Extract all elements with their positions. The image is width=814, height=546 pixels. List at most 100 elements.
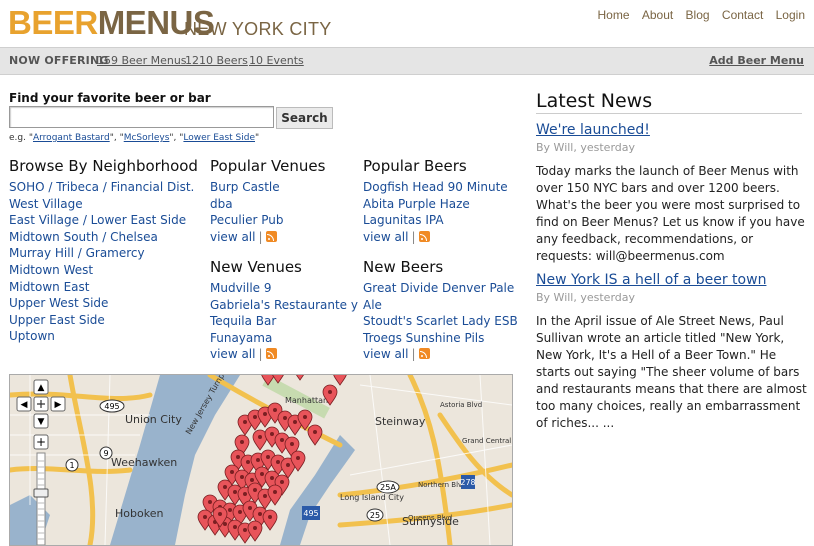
beer-link[interactable]: Stoudt's Scarlet Lady ESB [363,313,518,330]
pan-up-button[interactable]: ▲ [33,379,49,395]
pan-right-button[interactable]: ▶ [50,396,66,412]
venue-pin-dot [250,478,254,482]
beer-link[interactable]: Great Divide Denver Pale [363,280,518,297]
neighborhood-link[interactable]: Midtown South / Chelsea [9,229,194,246]
venue-link[interactable]: Burp Castle [210,179,283,196]
venue-pin-dot [223,522,227,526]
news-headline[interactable]: We're launched! [536,122,650,138]
venue-link[interactable]: dba [210,196,283,213]
beer-link[interactable]: Lagunitas IPA [363,212,508,229]
rss-feed-icon[interactable] [418,230,430,242]
view-all-link[interactable]: view all [210,347,255,361]
venue-pin-dot [268,515,272,519]
nav-blog[interactable]: Blog [686,8,710,22]
venue-pin-dot [243,420,247,424]
map-label: Steinway [375,415,426,428]
beer-link[interactable]: Ale [363,297,518,314]
beers-count-link[interactable]: 1210 Beers [185,48,248,73]
venue-pin-dot [238,510,242,514]
map-label: Northern Blvd [418,481,467,489]
pan-center-button[interactable] [33,396,49,412]
new-venues-title: New Venues [210,258,302,276]
pan-down-button[interactable]: ▼ [33,413,49,429]
add-beer-menu-link[interactable]: Add Beer Menu [709,48,804,73]
neighborhood-link[interactable]: Uptown [9,328,194,345]
offering-bar: NOW OFFERING 159 Beer Menus 1210 Beers 1… [0,47,814,75]
venue-pin-dot [263,412,267,416]
venue-pin-dot [223,485,227,489]
zoom-slider-track[interactable] [36,452,46,545]
venue-pin-dot [263,494,267,498]
zoom-in-button[interactable]: + [33,434,49,450]
neighborhood-link[interactable]: East Village / Lower East Side [9,212,194,229]
new-beers-list: Great Divide Denver Pale Ale Stoudt's Sc… [363,280,518,363]
bar-map[interactable]: Union City Weehawken Manhattan Steinway … [9,374,513,546]
new-beers-view-all-row: view all | [363,346,518,363]
venue-pin-dot [203,515,207,519]
nav-login[interactable]: Login [776,8,805,22]
news-section-title: Latest News [536,90,802,114]
view-all-link[interactable]: view all [363,230,408,244]
venue-link[interactable]: Funayama [210,330,358,347]
popular-venues-title: Popular Venues [210,157,326,175]
neighborhood-link[interactable]: Upper East Side [9,312,194,329]
map-canvas[interactable]: Union City Weehawken Manhattan Steinway … [10,375,512,545]
rss-feed-icon[interactable] [418,348,430,360]
pan-left-button[interactable]: ◀ [16,396,32,412]
neighborhood-link[interactable]: Midtown East [9,279,194,296]
route-shield: 495 [302,506,320,520]
new-beers-title: New Beers [363,258,444,276]
neighborhood-link[interactable]: Midtown West [9,262,194,279]
beer-link[interactable]: Abita Purple Haze [363,196,508,213]
venue-pin-dot [270,476,274,480]
venue-pin-dot [266,455,270,459]
news-meta: By Will, yesterday [536,141,635,154]
zoom-slider-handle[interactable] [33,488,49,498]
route-shield-label: 278 [460,478,475,487]
view-all-link[interactable]: view all [210,230,255,244]
venue-pin-dot [293,420,297,424]
neighborhood-link[interactable]: Murray Hill / Gramercy [9,245,194,262]
venue-pin-dot [270,432,274,436]
venue-pin-dot [286,463,290,467]
neighborhood-link[interactable]: Upper West Side [9,295,194,312]
example-link[interactable]: McSorleys [124,133,170,143]
rss-feed-icon[interactable] [265,348,277,360]
map-label: Queens Blvd [408,514,452,522]
route-shield-label: 1 [69,461,74,470]
rss-feed-icon[interactable] [265,230,277,242]
nav-home[interactable]: Home [597,8,629,22]
search-input[interactable] [9,106,274,128]
venue-pin-dot [248,506,252,510]
beer-menus-count-link[interactable]: 159 Beer Menus [97,48,187,73]
venue-pin-dot [240,440,244,444]
venue-link[interactable]: Mudville 9 [210,280,358,297]
example-link[interactable]: Arrogant Bastard [33,133,110,143]
popular-beers-list: Dogfish Head 90 Minute Abita Purple Haze… [363,179,508,245]
neighborhood-link[interactable]: SOHO / Tribeca / Financial Dist. [9,179,194,196]
view-all-link[interactable]: view all [363,347,408,361]
route-shield-label: 495 [303,509,318,518]
venue-link[interactable]: Peculier Pub [210,212,283,229]
venue-link[interactable]: Tequila Bar [210,313,358,330]
nav-contact[interactable]: Contact [722,8,763,22]
venue-pin-dot [253,526,257,530]
venue-pin-dot [253,415,257,419]
popular-venues-list: Burp Castle dba Peculier Pub view all | [210,179,283,245]
nav-about[interactable]: About [642,8,673,22]
news-headline[interactable]: New York IS a hell of a beer town [536,272,766,288]
beer-link[interactable]: Dogfish Head 90 Minute [363,179,508,196]
neighborhood-list: SOHO / Tribeca / Financial Dist. West Vi… [9,179,194,345]
events-count-link[interactable]: 10 Events [249,48,304,73]
search-button[interactable]: Search [276,107,333,129]
venue-pin-dot [260,472,264,476]
map-label: Manhattan [285,396,328,405]
map-label: Astoria Blvd [440,401,482,409]
example-link[interactable]: Lower East Side [183,133,255,143]
venue-pin-dot [236,455,240,459]
venue-pin-dot [240,475,244,479]
neighborhood-link[interactable]: West Village [9,196,194,213]
beer-link[interactable]: Troegs Sunshine Pils [363,330,518,347]
venue-link[interactable]: Gabriela's Restaurante y [210,297,358,314]
map-label: Weehawken [111,456,177,469]
